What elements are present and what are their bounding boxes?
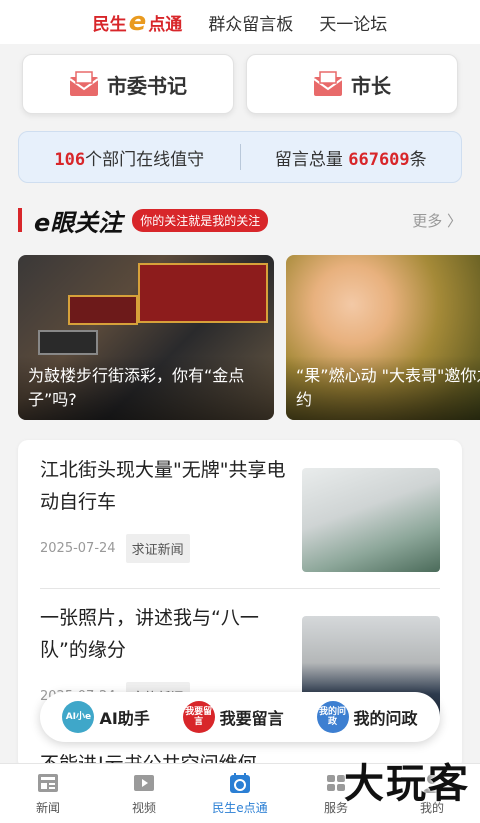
video-icon [134, 774, 154, 791]
ai-assistant-button[interactable]: AI小e AI助手 [62, 701, 150, 733]
logo-e-glyph: e [128, 7, 147, 37]
app-logo[interactable]: 民生 e 点通 [93, 9, 183, 35]
tab-label: 民生e点通 [212, 800, 268, 815]
section-badge: 你的关注就是我的关注 [132, 208, 269, 232]
mail-envelope-icon [313, 71, 343, 96]
stats-bar: 106个部门在线值守 留言总量 667609条 [18, 131, 462, 183]
leader-label: 市长 [351, 73, 391, 98]
leave-message-label: 我要留言 [219, 709, 284, 728]
section-accent-bar [18, 208, 22, 232]
logo-text-post: 点通 [148, 14, 183, 35]
floating-action-bar: AI小e AI助手 我要留言 我要留言 我的问政 我的问政 [40, 692, 440, 742]
nav-link-forum[interactable]: 天一论坛 [319, 10, 387, 35]
featured-carousel: 为鼓楼步行街添彩，你有“金点子”吗? “果”燃心动 "大表哥"邀你之约 [18, 255, 480, 420]
top-nav: 民生 e 点通 群众留言板 天一论坛 [0, 0, 480, 44]
messages-stat: 留言总量 667609条 [241, 145, 462, 170]
ai-assistant-label: AI助手 [99, 709, 150, 728]
nav-link-message-board[interactable]: 群众留言板 [208, 10, 293, 35]
messages-prefix: 留言总量 [274, 149, 343, 170]
news-date: 2025-07-24 [40, 541, 116, 556]
leader-card-mayor[interactable]: 市长 [246, 54, 458, 114]
tab-video[interactable]: 视频 [96, 764, 192, 823]
my-inquiries-button[interactable]: 我的问政 我的问政 [316, 701, 418, 733]
departments-stat: 106个部门在线值守 [19, 145, 240, 170]
section-header: e眼关注 你的关注就是我的关注 更多 〉 [18, 200, 462, 240]
departments-count: 106 [54, 149, 86, 170]
tab-label: 新闻 [35, 800, 60, 815]
robot-icon: AI小e [62, 701, 95, 733]
message-icon: 我要留言 [182, 701, 215, 733]
newspaper-icon [38, 773, 58, 792]
news-item[interactable]: 江北街头现大量"无牌"共享电动自行车 2025-07-24 求证新闻 [40, 454, 440, 572]
mail-envelope-icon [69, 71, 99, 96]
departments-suffix: 个部门在线值守 [85, 149, 205, 170]
leader-label: 市委书记 [107, 73, 187, 98]
shop-sign-image [138, 263, 268, 323]
logo-text-pre: 民生 [92, 14, 127, 35]
tab-minsheng-e[interactable]: 民生e点通 [192, 764, 288, 823]
news-thumbnail [302, 468, 440, 572]
inquiry-icon: 我的问政 [316, 701, 349, 733]
messages-suffix: 条 [409, 149, 427, 170]
more-link[interactable]: 更多 〉 [412, 210, 462, 231]
leave-message-button[interactable]: 我要留言 我要留言 [182, 701, 284, 733]
news-divider [40, 588, 440, 589]
calendar-icon [230, 772, 250, 793]
section-title: e眼关注 [34, 208, 123, 237]
news-tag: 求证新闻 [125, 534, 190, 563]
my-inquiries-label: 我的问政 [353, 709, 418, 728]
messages-count: 667609 [348, 149, 410, 170]
leader-cards: 市委书记 市长 [22, 54, 458, 114]
news-title: 一张照片，讲述我与“八一队”的缘分 [40, 607, 259, 661]
shop-sign-image [68, 295, 138, 325]
tab-label: 视频 [131, 800, 156, 815]
leader-card-party-secretary[interactable]: 市委书记 [22, 54, 234, 114]
news-title: 江北街头现大量"无牌"共享电动自行车 [40, 459, 286, 513]
featured-card[interactable]: “果”燃心动 "大表哥"邀你之约 [286, 255, 480, 420]
featured-caption: 为鼓楼步行街添彩，你有“金点子”吗? [18, 356, 274, 420]
tab-news[interactable]: 新闻 [0, 764, 96, 823]
featured-caption: “果”燃心动 "大表哥"邀你之约 [286, 356, 480, 420]
shop-sign-image [38, 330, 98, 355]
watermark-text: 大玩客 [344, 760, 470, 807]
featured-card[interactable]: 为鼓楼步行街添彩，你有“金点子”吗? [18, 255, 274, 420]
